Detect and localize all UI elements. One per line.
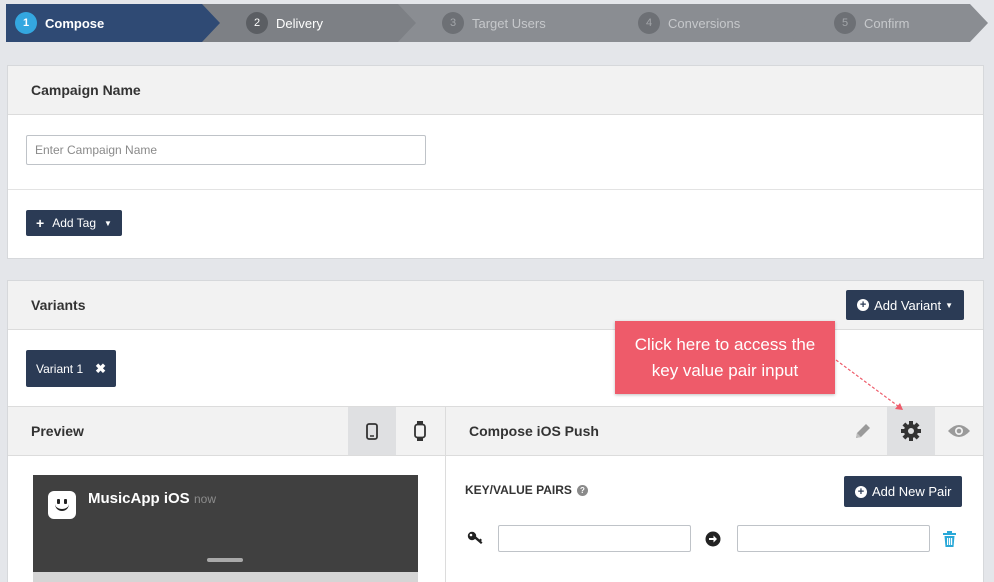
- step-conversions[interactable]: 4 Conversions: [594, 4, 810, 42]
- add-variant-button[interactable]: + Add Variant ▼: [846, 290, 964, 320]
- key-input[interactable]: [498, 525, 691, 552]
- step-number: 3: [442, 12, 464, 34]
- step-label: Target Users: [472, 15, 546, 31]
- close-icon[interactable]: ✖: [95, 361, 106, 377]
- add-tag-label: Add Tag: [52, 216, 97, 230]
- compose-title: Compose iOS Push: [469, 423, 599, 439]
- watch-preview-button[interactable]: [396, 407, 444, 455]
- key-value-label: KEY/VALUE PAIRS ?: [465, 483, 588, 497]
- plus-circle-icon: +: [857, 299, 870, 311]
- variant-tab-1[interactable]: Variant 1 ✖: [26, 350, 117, 387]
- caret-down-icon: ▼: [104, 218, 112, 228]
- add-variant-label: Add Variant: [874, 297, 942, 313]
- divider: [8, 189, 983, 190]
- phone-lower-area: [33, 572, 418, 582]
- watch-icon: [414, 421, 426, 441]
- campaign-panel: Campaign Name + Add Tag ▼: [7, 65, 984, 259]
- drag-handle: [207, 558, 243, 562]
- pencil-icon: [856, 424, 870, 438]
- add-tag-button[interactable]: + Add Tag ▼: [26, 210, 122, 236]
- step-number: 2: [246, 12, 268, 34]
- phone-icon: [366, 422, 378, 440]
- app-icon: [48, 491, 76, 519]
- step-target-users[interactable]: 3 Target Users: [398, 4, 614, 42]
- phone-preview-button[interactable]: [348, 407, 396, 455]
- step-label: Conversions: [668, 15, 741, 31]
- app-name: MusicApp iOS: [88, 490, 190, 507]
- plus-icon: +: [36, 215, 45, 231]
- step-label: Confirm: [864, 15, 910, 31]
- variants-header: Variants + Add Variant ▼: [8, 281, 983, 330]
- kv-label-text: KEY/VALUE PAIRS: [465, 483, 572, 497]
- variants-panel: Variants + Add Variant ▼ Variant 1 ✖ Pre…: [7, 280, 984, 582]
- plus-circle-icon: +: [855, 485, 867, 498]
- key-icon: [467, 531, 483, 550]
- arrow-right-circle-icon: [705, 531, 721, 552]
- step-number: 1: [15, 12, 37, 34]
- campaign-name-input[interactable]: [26, 135, 426, 165]
- add-new-pair-button[interactable]: + Add New Pair: [844, 476, 963, 507]
- add-pair-label: Add New Pair: [872, 484, 952, 499]
- push-preview: MusicApp iOS now: [33, 475, 418, 582]
- notification-time: now: [194, 492, 217, 506]
- callout-arrow: [831, 356, 903, 410]
- preview-title: Preview: [31, 423, 84, 439]
- tooltip-callout: Click here to access the key value pair …: [615, 321, 835, 394]
- help-icon[interactable]: ?: [576, 484, 588, 496]
- trash-icon[interactable]: [943, 531, 956, 552]
- gear-icon: [901, 421, 921, 441]
- eye-icon: [948, 425, 970, 437]
- wizard-steps: 1 Compose 2 Delivery 3 Target Users 4 Co…: [6, 4, 988, 42]
- value-input[interactable]: [737, 525, 930, 552]
- variant-chip-label: Variant 1: [36, 361, 84, 376]
- preview-eye-button[interactable]: [935, 407, 983, 455]
- step-number: 4: [638, 12, 660, 34]
- step-delivery[interactable]: 2 Delivery: [202, 4, 418, 42]
- variants-title: Variants: [31, 297, 86, 313]
- step-number: 5: [834, 12, 856, 34]
- step-label: Compose: [45, 15, 105, 31]
- campaign-header: Campaign Name: [8, 66, 983, 115]
- step-label: Delivery: [276, 15, 323, 31]
- divider: [445, 406, 446, 582]
- campaign-title: Campaign Name: [31, 82, 141, 98]
- step-compose[interactable]: 1 Compose: [6, 4, 222, 42]
- caret-down-icon: ▼: [945, 300, 953, 310]
- step-confirm[interactable]: 5 Confirm: [790, 4, 988, 42]
